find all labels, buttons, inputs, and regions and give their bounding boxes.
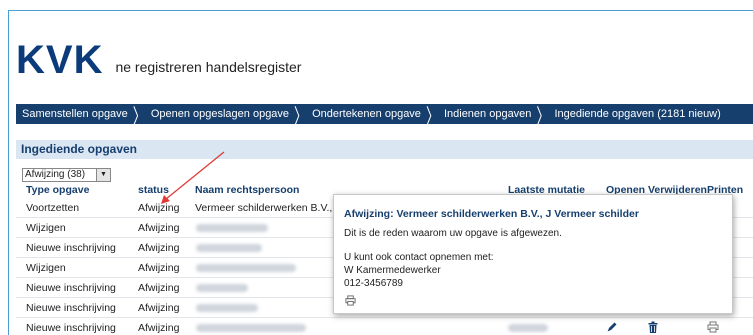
- print-icon[interactable]: [707, 321, 719, 335]
- column-header-name[interactable]: Naam rechtspersoon: [195, 184, 299, 196]
- chevron-right-icon: 〉: [132, 103, 146, 128]
- column-header-status[interactable]: status: [138, 184, 169, 196]
- popup-title: Afwijzing: Vermeer schilderwerken B.V., …: [344, 208, 639, 220]
- nav-indienen-opgaven[interactable]: Indienen opgaven: [444, 108, 531, 120]
- popup-contact-name: W Kamermedewerker: [344, 265, 441, 276]
- popup-contact-phone: 012-3456789: [344, 278, 403, 289]
- redacted-date: [508, 324, 548, 332]
- status-cell[interactable]: Afwijzing: [138, 202, 179, 214]
- type-cell: Voortzetten: [26, 202, 80, 214]
- redacted-name: [196, 324, 306, 332]
- popup-contact-intro: U kunt ook contact opnemen met:: [344, 252, 494, 263]
- trash-icon[interactable]: [647, 321, 659, 335]
- status-cell[interactable]: Afwijzing: [138, 262, 179, 274]
- chevron-right-icon: 〉: [536, 103, 550, 128]
- type-cell: Nieuwe inschrijving: [26, 242, 116, 254]
- redacted-name: [196, 284, 248, 292]
- column-header-type[interactable]: Type opgave: [26, 184, 89, 196]
- type-cell: Wijzigen: [26, 262, 66, 274]
- nav-ingediende-opgaven[interactable]: Ingediende opgaven (2181 nieuw): [554, 108, 720, 120]
- popup-reason: Dit is de reden waarom uw opgave is afge…: [344, 228, 562, 239]
- section-title: Ingediende opgaven: [21, 142, 138, 156]
- status-cell[interactable]: Afwijzing: [138, 302, 179, 314]
- type-cell: Nieuwe inschrijving: [26, 302, 116, 314]
- chevron-right-icon: 〉: [294, 103, 308, 128]
- redacted-name: [196, 304, 258, 312]
- nav-samenstellen-opgave[interactable]: Samenstellen opgave: [22, 108, 128, 120]
- rejection-popup: Afwijzing: Vermeer schilderwerken B.V., …: [333, 194, 733, 314]
- name-cell: Vermeer schilderwerken B.V., J V: [195, 202, 351, 214]
- type-cell: Nieuwe inschrijving: [26, 282, 116, 294]
- tagline: ne registreren handelsregister: [115, 59, 302, 75]
- redacted-name: [196, 264, 296, 272]
- edit-icon[interactable]: [606, 321, 618, 335]
- status-cell[interactable]: Afwijzing: [138, 222, 179, 234]
- section-header: Ingediende opgaven: [16, 140, 753, 159]
- redacted-name: [196, 224, 268, 232]
- status-cell[interactable]: Afwijzing: [138, 242, 179, 254]
- navbar: Samenstellen opgave 〉 Openen opgeslagen …: [16, 104, 753, 128]
- dropdown-arrow-icon[interactable]: ▼: [96, 169, 110, 181]
- header: KVK ne registreren handelsregister: [16, 40, 301, 80]
- status-cell[interactable]: Afwijzing: [138, 282, 179, 294]
- nav-ondertekenen-opgave[interactable]: Ondertekenen opgave: [312, 108, 421, 120]
- redacted-name: [196, 244, 262, 252]
- print-icon[interactable]: [345, 295, 356, 309]
- status-filter-select[interactable]: Afwijzing (38) ▼: [22, 168, 111, 182]
- type-cell: Wijzigen: [26, 222, 66, 234]
- chevron-right-icon: 〉: [425, 103, 439, 128]
- nav-openen-opgeslagen-opgave[interactable]: Openen opgeslagen opgave: [151, 108, 289, 120]
- status-filter-value: Afwijzing (38): [25, 169, 86, 180]
- type-cell: Nieuwe inschrijving: [26, 322, 116, 334]
- status-cell[interactable]: Afwijzing: [138, 322, 179, 334]
- kvk-logo[interactable]: KVK: [16, 40, 103, 80]
- table-row[interactable]: Nieuwe inschrijving Afwijzing: [16, 318, 753, 335]
